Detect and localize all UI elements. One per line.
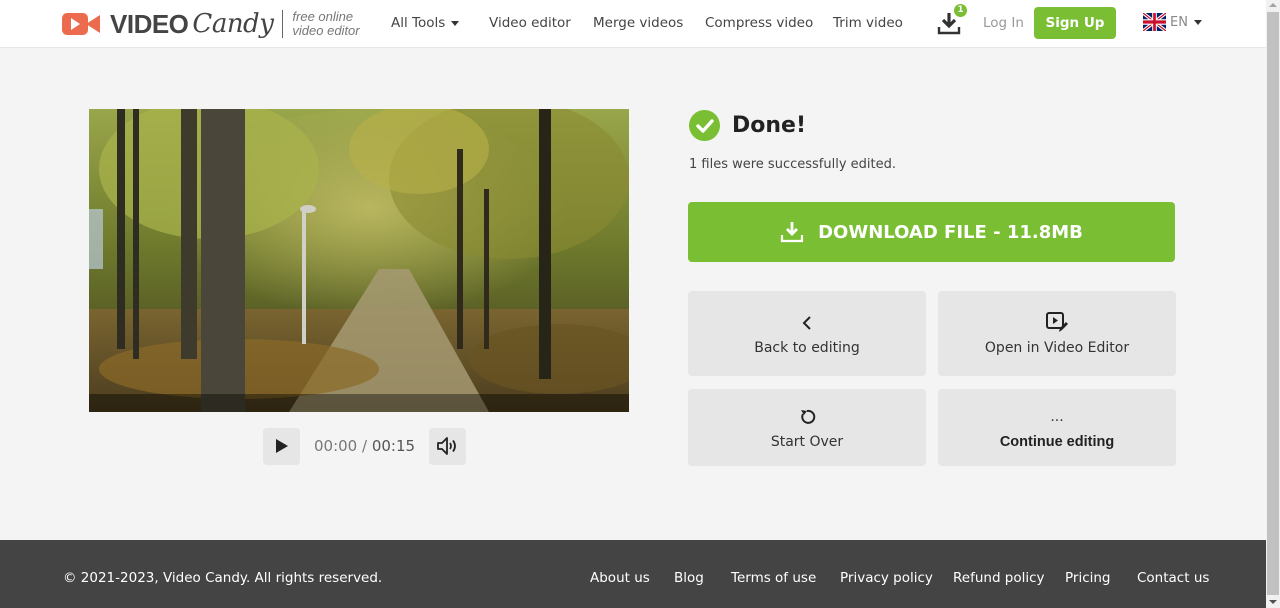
tagline-line-2: video editor <box>292 23 360 38</box>
footer-link-contact-us[interactable]: Contact us <box>1137 570 1209 586</box>
nav-compress-video[interactable]: Compress video <box>705 15 813 31</box>
nav-trim-video[interactable]: Trim video <box>833 15 903 31</box>
site-footer: © 2021-2023, Video Candy. All rights res… <box>0 540 1266 608</box>
logo-tagline: free online video editor <box>292 10 359 38</box>
site-header: VIDEO Candy free online video editor All… <box>0 0 1266 48</box>
scroll-down-arrow-icon[interactable] <box>1269 600 1277 604</box>
download-icon <box>781 222 804 243</box>
video-overlay-bar <box>89 394 629 412</box>
download-file-button[interactable]: DOWNLOAD FILE - 11.8MB <box>688 202 1175 262</box>
uk-flag-icon <box>1143 13 1166 31</box>
language-selector[interactable]: EN <box>1143 13 1202 31</box>
nav-all-tools[interactable]: All Tools <box>391 15 460 31</box>
logo[interactable]: VIDEO Candy free online video editor <box>62 8 360 40</box>
copyright-text: © 2021-2023, Video Candy. All rights res… <box>63 570 383 586</box>
back-to-editing-label: Back to editing <box>754 339 860 356</box>
video-camera-icon <box>62 12 100 36</box>
back-to-editing-button[interactable]: Back to editing <box>688 291 926 376</box>
check-circle-icon <box>689 110 720 141</box>
open-in-video-editor-button[interactable]: Open in Video Editor <box>938 291 1176 376</box>
nav-merge-videos[interactable]: Merge videos <box>593 15 683 31</box>
video-preview[interactable] <box>89 109 629 412</box>
continue-editing-label: Continue editing <box>999 433 1115 450</box>
logo-brand-bold: VIDEO <box>110 8 189 39</box>
downloads-count-badge: 1 <box>954 4 967 17</box>
more-icon: ... <box>1050 408 1064 425</box>
scroll-up-arrow-icon[interactable] <box>1269 3 1277 7</box>
result-subtitle: 1 files were successfully edited. <box>689 157 896 172</box>
logo-brand-script: Candy <box>192 9 274 39</box>
volume-icon <box>436 437 456 455</box>
footer-link-terms-of-use[interactable]: Terms of use <box>731 570 816 586</box>
continue-editing-button[interactable]: ... Continue editing <box>938 389 1176 466</box>
start-over-label: Start Over <box>770 433 844 450</box>
signup-button[interactable]: Sign Up <box>1034 7 1116 39</box>
volume-button[interactable] <box>429 427 467 465</box>
open-in-video-editor-label: Open in Video Editor <box>984 339 1130 356</box>
scrollbar-thumb[interactable] <box>1267 12 1279 595</box>
chevron-left-icon <box>801 312 813 334</box>
logo-divider <box>282 10 284 38</box>
footer-link-pricing[interactable]: Pricing <box>1065 570 1111 586</box>
tagline-line-1: free online <box>292 9 354 24</box>
duration: 00:15 <box>371 437 416 455</box>
footer-link-about-us[interactable]: About us <box>590 570 650 586</box>
download-file-label: DOWNLOAD FILE - 11.8MB <box>818 221 1083 243</box>
language-code: EN <box>1170 14 1188 30</box>
video-edit-icon <box>1045 311 1069 334</box>
footer-link-refund-policy[interactable]: Refund policy <box>953 570 1045 586</box>
video-thumbnail <box>89 109 629 412</box>
time-separator: / <box>357 437 372 455</box>
footer-link-privacy-policy[interactable]: Privacy policy <box>840 570 933 586</box>
time-display: 00:00 / 00:15 <box>314 437 415 455</box>
play-icon <box>275 439 288 453</box>
result-title: Done! <box>732 113 806 138</box>
player-controls: 00:00 / 00:15 <box>263 427 467 465</box>
nav-all-tools-label: All Tools <box>391 15 446 31</box>
current-time: 00:00 <box>314 437 358 455</box>
nav-video-editor[interactable]: Video editor <box>489 15 571 31</box>
caret-down-icon <box>1193 19 1202 25</box>
footer-link-blog[interactable]: Blog <box>674 570 704 586</box>
login-link[interactable]: Log In <box>983 15 1024 31</box>
start-over-button[interactable]: Start Over <box>688 389 926 466</box>
restart-icon <box>798 406 816 428</box>
play-button[interactable] <box>263 427 300 465</box>
caret-down-icon <box>451 20 460 26</box>
page-scrollbar[interactable] <box>1266 0 1280 608</box>
